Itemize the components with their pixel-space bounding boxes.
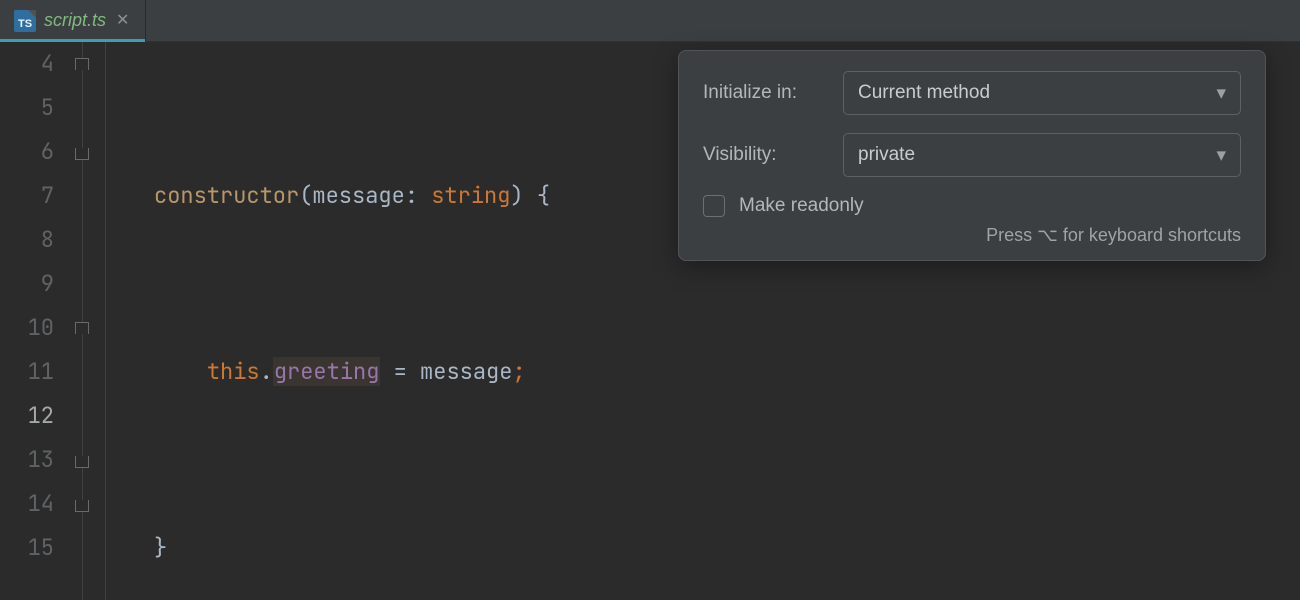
svg-text:TS: TS (18, 18, 32, 30)
line-number: 14 (0, 482, 54, 526)
tab-bar: TS script.ts ✕ (0, 0, 1300, 42)
visibility-value: private (858, 144, 915, 166)
line-number: 6 (0, 130, 54, 174)
visibility-label: Visibility: (703, 144, 843, 166)
fold-marker-icon[interactable] (75, 500, 89, 512)
chevron-down-icon: ▾ (1216, 144, 1226, 167)
fold-marker-icon[interactable] (75, 58, 89, 70)
close-tab-icon[interactable]: ✕ (114, 11, 131, 31)
line-number: 10 (0, 306, 54, 350)
typescript-file-icon: TS (14, 10, 36, 32)
line-number: 8 (0, 218, 54, 262)
line-number: 7 (0, 174, 54, 218)
line-number: 5 (0, 86, 54, 130)
editor-tab[interactable]: TS script.ts ✕ (0, 0, 146, 41)
line-number: 12 (0, 394, 54, 438)
line-number: 11 (0, 350, 54, 394)
line-number: 15 (0, 526, 54, 570)
fold-marker-icon[interactable] (75, 322, 89, 334)
initialize-in-value: Current method (858, 82, 990, 104)
initialize-in-label: Initialize in: (703, 82, 843, 104)
chevron-down-icon: ▾ (1216, 82, 1226, 105)
initialize-in-dropdown[interactable]: Current method ▾ (843, 71, 1241, 115)
code-line[interactable]: } (106, 526, 1300, 570)
token-constructor: constructor (154, 181, 299, 210)
line-number-gutter: 456789101112131415 (0, 42, 72, 600)
line-number: 4 (0, 42, 54, 86)
make-readonly-checkbox[interactable] (703, 195, 725, 217)
fold-marker-icon[interactable] (75, 148, 89, 160)
line-number: 13 (0, 438, 54, 482)
tab-filename: script.ts (44, 10, 106, 31)
introduce-field-popup: Initialize in: Current method ▾ Visibili… (678, 50, 1266, 261)
fold-marker-icon[interactable] (75, 456, 89, 468)
visibility-dropdown[interactable]: private ▾ (843, 133, 1241, 177)
make-readonly-label: Make readonly (739, 195, 864, 217)
line-number: 9 (0, 262, 54, 306)
fold-gutter (72, 42, 106, 600)
keyboard-shortcut-hint: Press ⌥ for keyboard shortcuts (703, 225, 1241, 246)
code-line[interactable]: this.greeting = message; (106, 350, 1300, 394)
